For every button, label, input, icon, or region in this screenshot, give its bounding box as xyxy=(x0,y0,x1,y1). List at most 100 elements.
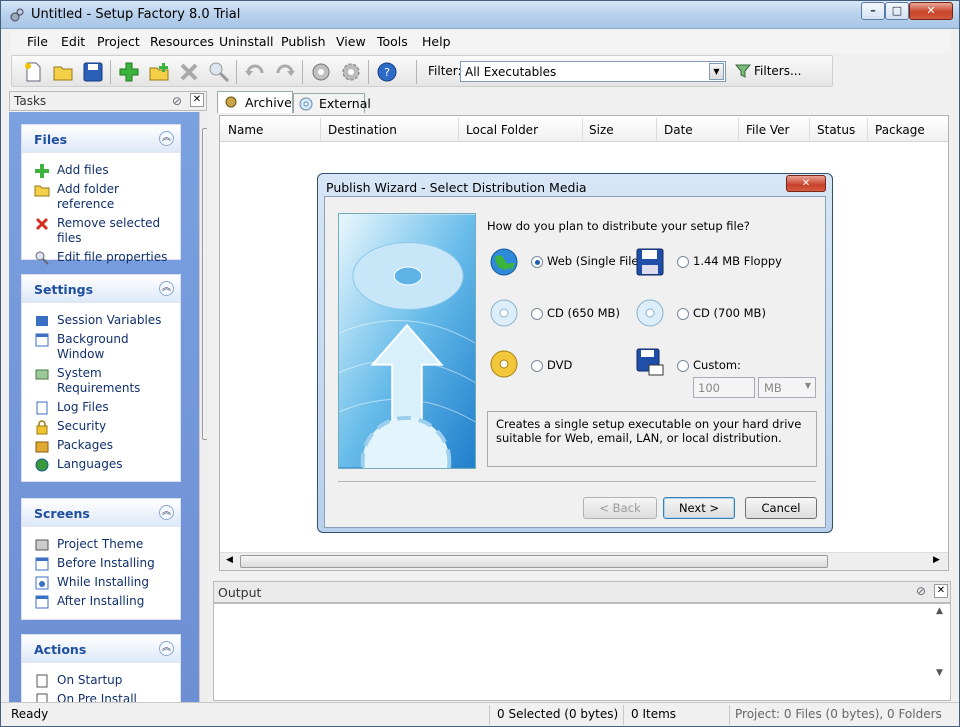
new-icon[interactable] xyxy=(22,61,44,83)
dialog-title: Publish Wizard - Select Distribution Med… xyxy=(326,180,587,195)
column-destination[interactable]: Destination xyxy=(328,123,397,137)
open-icon[interactable] xyxy=(52,61,74,83)
back-button[interactable]: < Back xyxy=(583,497,657,519)
cd-icon xyxy=(490,299,518,327)
undo-icon[interactable] xyxy=(244,61,266,83)
task-after-installing[interactable]: After Installing xyxy=(22,592,180,611)
tab-archive[interactable]: Archive xyxy=(217,91,293,113)
column-date[interactable]: Date xyxy=(664,123,693,137)
funnel-icon[interactable] xyxy=(734,62,752,80)
menu-file[interactable]: File xyxy=(27,34,48,49)
variables-icon xyxy=(36,316,48,326)
task-on-startup[interactable]: On Startup xyxy=(22,671,180,690)
scroll-thumb[interactable] xyxy=(240,555,828,568)
collapse-icon[interactable]: ︽ xyxy=(159,641,174,656)
column-size[interactable]: Size xyxy=(589,123,614,137)
status-selected: 0 Selected (0 bytes) xyxy=(497,707,619,721)
menu-project[interactable]: Project xyxy=(97,34,140,49)
scroll-right-icon[interactable]: ▶ xyxy=(933,555,940,565)
chevron-down-icon[interactable]: ▼ xyxy=(709,63,724,80)
custom-unit-select[interactable]: MB ▼ xyxy=(758,377,816,398)
column-file-ver[interactable]: File Ver xyxy=(746,123,790,137)
custom-radio[interactable] xyxy=(677,360,689,372)
cd700-option-label[interactable]: CD (700 MB) xyxy=(693,306,766,320)
floppy-radio[interactable] xyxy=(677,256,689,268)
column-status[interactable]: Status xyxy=(817,123,855,137)
dvd-radio[interactable] xyxy=(531,360,543,372)
task-while-installing[interactable]: While Installing xyxy=(22,573,180,592)
pin-icon[interactable]: ⊘ xyxy=(916,584,926,598)
scroll-down-icon[interactable]: ▼ xyxy=(936,668,943,678)
svg-text:?: ? xyxy=(384,66,390,79)
remove-icon[interactable] xyxy=(178,61,200,83)
scroll-up-icon[interactable]: ▲ xyxy=(936,606,943,616)
dialog-close-button[interactable]: ✕ xyxy=(786,175,826,192)
close-icon[interactable]: ✕ xyxy=(190,93,204,107)
collapse-icon[interactable]: ︽ xyxy=(159,505,174,520)
toolbar-separator xyxy=(416,60,417,84)
custom-size-input[interactable]: 100 xyxy=(693,377,755,398)
column-name[interactable]: Name xyxy=(228,123,263,137)
custom-option-label[interactable]: Custom: xyxy=(693,358,741,372)
folder-icon xyxy=(34,185,50,197)
menu-tools[interactable]: Tools xyxy=(377,34,408,49)
task-add-files[interactable]: Add files xyxy=(22,161,180,180)
close-button[interactable]: ✕ xyxy=(909,2,953,20)
output-panel[interactable]: ▲ ▼ xyxy=(213,603,951,701)
task-remove-selected-files[interactable]: Remove selected files xyxy=(22,214,180,248)
add-folder-icon[interactable] xyxy=(148,61,170,83)
app-window: Untitled - Setup Factory 8.0 Trial – □ ✕… xyxy=(0,0,960,727)
column-local-folder[interactable]: Local Folder xyxy=(466,123,538,137)
task-add-folder-reference[interactable]: Add folder reference xyxy=(22,180,180,214)
collapse-icon[interactable]: ︽ xyxy=(159,131,174,146)
tab-external[interactable]: External xyxy=(293,93,371,113)
task-security[interactable]: Security xyxy=(22,417,180,436)
task-system-requirements[interactable]: System Requirements xyxy=(22,364,180,398)
collapse-icon[interactable]: ︽ xyxy=(159,281,174,296)
task-before-installing[interactable]: Before Installing xyxy=(22,554,180,573)
web-radio[interactable] xyxy=(531,256,543,268)
next-button[interactable]: Next > xyxy=(663,497,735,519)
filters-button[interactable]: Filters... xyxy=(754,64,801,78)
task-project-theme[interactable]: Project Theme xyxy=(22,535,180,554)
task-edit-file-properties[interactable]: Edit file properties xyxy=(22,248,180,267)
scroll-thumb[interactable] xyxy=(202,128,207,440)
menu-help[interactable]: Help xyxy=(422,34,451,49)
redo-icon[interactable] xyxy=(274,61,296,83)
menu-edit[interactable]: Edit xyxy=(61,34,85,49)
pin-icon[interactable]: ⊘ xyxy=(172,94,182,108)
web-option-label[interactable]: Web (Single File) xyxy=(547,254,643,268)
list-horizontal-scrollbar[interactable]: ◀ ▶ xyxy=(220,552,948,570)
close-icon[interactable]: ✕ xyxy=(934,584,948,598)
menu-resources[interactable]: Resources xyxy=(150,34,214,49)
task-packages[interactable]: Packages xyxy=(22,436,180,455)
task-log-files[interactable]: Log Files xyxy=(22,398,180,417)
task-background-window[interactable]: Background Window xyxy=(22,330,180,364)
help-icon[interactable]: ? xyxy=(376,61,398,83)
menu-uninstall[interactable]: Uninstall xyxy=(219,34,274,49)
settings-gear-icon[interactable] xyxy=(340,61,362,83)
add-icon[interactable] xyxy=(118,61,140,83)
menu-publish[interactable]: Publish xyxy=(281,34,326,49)
task-on-pre-install[interactable]: On Pre Install xyxy=(22,690,180,702)
log-icon xyxy=(36,401,48,415)
task-languages[interactable]: Languages xyxy=(22,455,180,474)
save-icon[interactable] xyxy=(82,61,104,83)
cd700-radio[interactable] xyxy=(677,308,689,320)
dvd-option-label[interactable]: DVD xyxy=(547,358,572,372)
search-icon[interactable] xyxy=(208,61,230,83)
status-items: 0 Items xyxy=(631,707,677,721)
maximize-button[interactable]: □ xyxy=(885,2,909,20)
cd650-option-label[interactable]: CD (650 MB) xyxy=(547,306,620,320)
minimize-button[interactable]: – xyxy=(861,2,885,20)
tasks-scrollbar[interactable] xyxy=(199,112,207,702)
column-package[interactable]: Package xyxy=(875,123,925,137)
menu-view[interactable]: View xyxy=(336,34,366,49)
scroll-left-icon[interactable]: ◀ xyxy=(226,555,233,565)
build-icon[interactable] xyxy=(310,61,332,83)
cd650-radio[interactable] xyxy=(531,308,543,320)
task-session-variables[interactable]: Session Variables xyxy=(22,311,180,330)
floppy-option-label[interactable]: 1.44 MB Floppy xyxy=(693,254,782,268)
cancel-button[interactable]: Cancel xyxy=(745,497,817,519)
filter-select[interactable]: All Executables ▼ xyxy=(460,61,726,82)
